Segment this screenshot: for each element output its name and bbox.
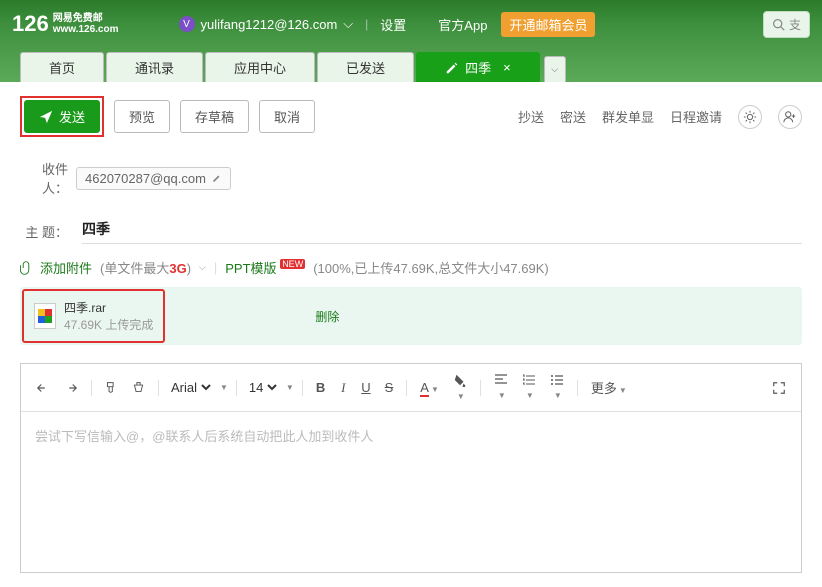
subject-label: 主 题： (20, 222, 76, 241)
ppt-template-link[interactable]: PPT模版 NEW (225, 258, 305, 277)
send-label: 发送 (59, 107, 85, 126)
format-brush-button[interactable] (100, 378, 123, 397)
recipient-label: 收件人： (20, 159, 76, 197)
chevron-down-icon[interactable]: ⌵ (199, 262, 206, 273)
app-link[interactable]: 官方App (438, 15, 487, 34)
save-draft-button[interactable]: 存草稿 (180, 100, 249, 133)
attachment-options: 添加附件 (单文件最大3G) ⌵ | PPT模版 NEW (100%,已上传47… (20, 258, 802, 277)
search-box[interactable]: 支 (763, 11, 810, 38)
clear-format-button[interactable] (127, 378, 150, 397)
paperclip-icon (20, 261, 32, 275)
font-color-button[interactable]: A▼ (415, 377, 444, 398)
rar-file-icon (34, 303, 56, 329)
upload-progress-note: (100%,已上传47.69K,总文件大小47.69K) (313, 258, 549, 277)
action-row: 发送 预览 存草稿 取消 抄送 密送 群发单显 日程邀请 (20, 96, 802, 137)
schedule-link[interactable]: 日程邀请 (670, 107, 722, 126)
strikethrough-button[interactable]: S (380, 377, 399, 398)
add-attachment-link[interactable]: 添加附件 (40, 258, 92, 277)
max-size-note: (单文件最大3G) (100, 258, 191, 277)
attachment-meta: 47.69K 上传完成 (64, 316, 153, 333)
separator: | (365, 17, 368, 31)
logo-main: 126 (12, 11, 49, 37)
more-formatting-button[interactable]: 更多▼ (586, 375, 632, 400)
preview-button[interactable]: 预览 (114, 100, 170, 133)
app-header: 126 网易免费邮 www.126.com V yulifang1212@126… (0, 0, 822, 48)
italic-button[interactable]: I (334, 377, 352, 399)
cc-link[interactable]: 抄送 (518, 107, 544, 126)
chevron-down-icon: ⌵ (551, 64, 558, 75)
edit-icon[interactable] (212, 173, 222, 183)
tab-contacts[interactable]: 通讯录 (106, 52, 203, 82)
settings-icon-button[interactable] (738, 105, 762, 129)
attachment-item: 四季.rar 47.69K 上传完成 (22, 289, 165, 343)
editor-placeholder: 尝试下写信输入@，@联系人后系统自动把此人加到收件人 (35, 429, 373, 444)
close-icon[interactable]: × (503, 60, 511, 75)
attachment-info: 四季.rar 47.69K 上传完成 (64, 299, 153, 333)
editor-body[interactable]: 尝试下写信输入@，@联系人后系统自动把此人加到收件人 (21, 412, 801, 572)
tab-active-label: 四季 (465, 58, 491, 77)
logo-text1: 网易免费邮 (53, 13, 119, 24)
vip-badge-icon: V (179, 16, 195, 32)
tab-more-button[interactable]: ⌵ (544, 56, 566, 82)
compose-options: 抄送 密送 群发单显 日程邀请 (518, 105, 802, 129)
subject-value: 四季 (82, 221, 110, 237)
compose-content: 发送 预览 存草稿 取消 抄送 密送 群发单显 日程邀请 收件人： 462070… (0, 82, 822, 587)
send-button[interactable]: 发送 (24, 100, 100, 133)
rich-editor: Arial▼ 14▼ B I U S A▼ ▼ ▼ ▼ ▼ 更多▼ 尝试下写信输… (20, 363, 802, 573)
user-email: yulifang1212@126.com (201, 17, 338, 32)
new-badge: NEW (280, 259, 305, 269)
cancel-button[interactable]: 取消 (259, 100, 315, 133)
bold-button[interactable]: B (311, 377, 330, 398)
recipient-value: 462070287@qq.com (85, 171, 206, 186)
align-button[interactable]: ▼ (489, 371, 513, 404)
tab-home[interactable]: 首页 (20, 52, 104, 82)
add-contact-icon-button[interactable] (778, 105, 802, 129)
editor-toolbar: Arial▼ 14▼ B I U S A▼ ▼ ▼ ▼ ▼ 更多▼ (21, 364, 801, 412)
user-account[interactable]: V yulifang1212@126.com ⌵ (179, 16, 354, 32)
recipient-row: 收件人： 462070287@qq.com (20, 159, 802, 197)
vip-button[interactable]: 开通邮箱会员 (501, 12, 595, 37)
settings-link[interactable]: 设置 (380, 15, 406, 34)
compose-icon (445, 61, 459, 75)
search-icon (772, 18, 785, 31)
tab-sent[interactable]: 已发送 (317, 52, 414, 82)
underline-button[interactable]: U (356, 377, 375, 398)
tab-apps[interactable]: 应用中心 (205, 52, 315, 82)
expand-editor-button[interactable] (767, 378, 791, 398)
recipient-chip[interactable]: 462070287@qq.com (76, 167, 231, 190)
undo-button[interactable] (31, 379, 55, 397)
send-highlight: 发送 (20, 96, 104, 137)
attachment-filename: 四季.rar (64, 299, 153, 316)
delete-attachment-link[interactable]: 删除 (315, 308, 339, 325)
unordered-list-button[interactable]: ▼ (545, 371, 569, 404)
subject-row: 主 题： 四季 (20, 219, 802, 244)
font-family-select[interactable]: Arial (167, 379, 214, 396)
ordered-list-button[interactable]: ▼ (517, 371, 541, 404)
logo-sub: 网易免费邮 www.126.com (53, 13, 119, 35)
subject-input[interactable]: 四季 (82, 219, 802, 244)
search-placeholder: 支 (789, 16, 801, 33)
tab-bar: 首页 通讯录 应用中心 已发送 四季 × ⌵ (0, 48, 822, 82)
redo-button[interactable] (59, 379, 83, 397)
font-size-select[interactable]: 14 (245, 379, 280, 396)
bg-color-button[interactable]: ▼ (448, 370, 472, 405)
logo: 126 网易免费邮 www.126.com (12, 11, 119, 37)
group-send-link[interactable]: 群发单显 (602, 107, 654, 126)
send-icon (39, 110, 53, 124)
bcc-link[interactable]: 密送 (560, 107, 586, 126)
chevron-down-icon: ⌵ (343, 16, 353, 32)
tab-compose-active[interactable]: 四季 × (416, 52, 540, 82)
logo-text2: www.126.com (53, 24, 119, 35)
